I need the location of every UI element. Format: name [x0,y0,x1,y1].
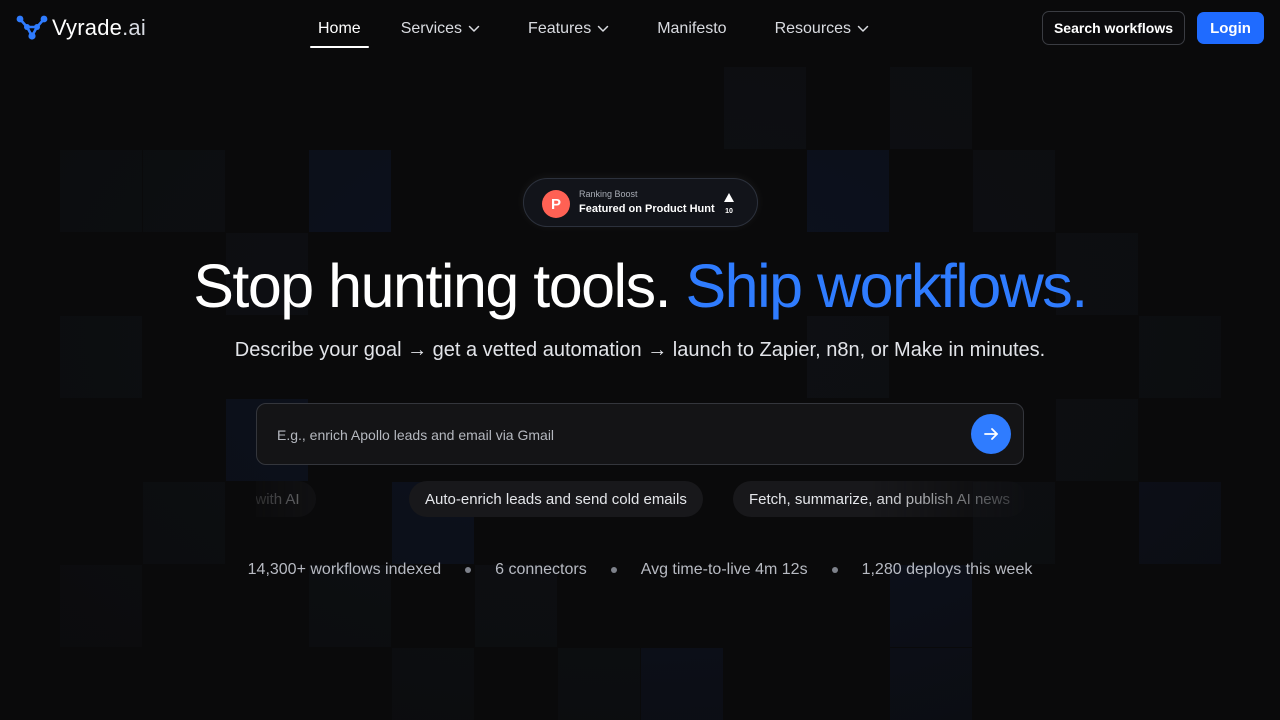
upvote-count: 10 [725,208,733,215]
product-hunt-badge[interactable]: P Ranking Boost Featured on Product Hunt… [523,178,758,227]
chevron-down-icon [468,25,480,32]
stats-row: 14,300+ workflows indexed 6 connectors A… [0,559,1280,581]
stat-deploys: 1,280 deploys this week [861,561,1033,578]
stat-connectors: 6 connectors [495,561,587,578]
nav-resources[interactable]: Resources [775,10,869,48]
nav-links: Home Services Features Manifesto Resourc… [310,10,869,48]
arrow-right-icon [984,428,998,440]
hero-headline: Stop hunting tools. Ship workflows. [0,248,1280,324]
nav-features[interactable]: Features [528,10,609,48]
suggestion-chip[interactable]: Fetch, summarize, and publish AI news [733,481,1024,517]
logo[interactable]: Vyrade.ai [16,14,146,42]
badge-small-text: Ranking Boost [579,189,638,199]
product-hunt-icon: P [542,190,570,218]
headline-plain: Stop hunting tools. [193,252,671,320]
login-button[interactable]: Login [1197,12,1264,44]
nav-services[interactable]: Services [401,10,480,48]
nav-home-label: Home [318,20,361,37]
badge-main-text: Featured on Product Hunt [579,203,715,215]
headline-accent: Ship workflows. [685,252,1089,320]
nav-home[interactable]: Home [310,10,369,48]
nav-services-label: Services [400,20,463,37]
top-nav: Vyrade.ai Home Services Features Manifes… [0,0,1280,56]
goal-search-box [256,403,1024,465]
separator-dot [610,567,617,573]
search-workflows-button[interactable]: Search workflows [1042,11,1185,45]
separator-dot [831,567,838,573]
nav-resources-label: Resources [774,20,852,37]
page: Vyrade.ai Home Services Features Manifes… [0,0,1280,720]
goal-search-input[interactable] [277,423,957,447]
chevron-down-icon [597,25,609,32]
upvote-triangle-icon [724,193,734,202]
suggestion-chips: ublishing with AI Auto-enrich leads and … [256,481,1024,519]
nav-features-label: Features [528,20,592,37]
hero: P Ranking Boost Featured on Product Hunt… [0,0,1280,720]
logo-wordmark: Vyrade.ai [52,14,146,42]
hero-subline: Describe your goal → get a vetted automa… [234,339,1046,361]
nav-manifesto-label: Manifesto [657,20,727,37]
stat-time-to-live: Avg time-to-live 4m 12s [640,561,808,578]
logo-icon [16,14,48,42]
logo-suffix-text: .ai [122,15,146,40]
suggestion-chip[interactable]: ublishing with AI [256,481,316,517]
chevron-down-icon [857,25,869,32]
submit-button[interactable] [971,414,1011,454]
separator-dot [465,567,472,573]
nav-manifesto[interactable]: Manifesto [657,10,726,48]
logo-main-text: Vyrade [52,15,123,40]
stat-workflows: 14,300+ workflows indexed [247,561,442,578]
suggestion-chip[interactable]: Auto-enrich leads and send cold emails [409,481,703,517]
